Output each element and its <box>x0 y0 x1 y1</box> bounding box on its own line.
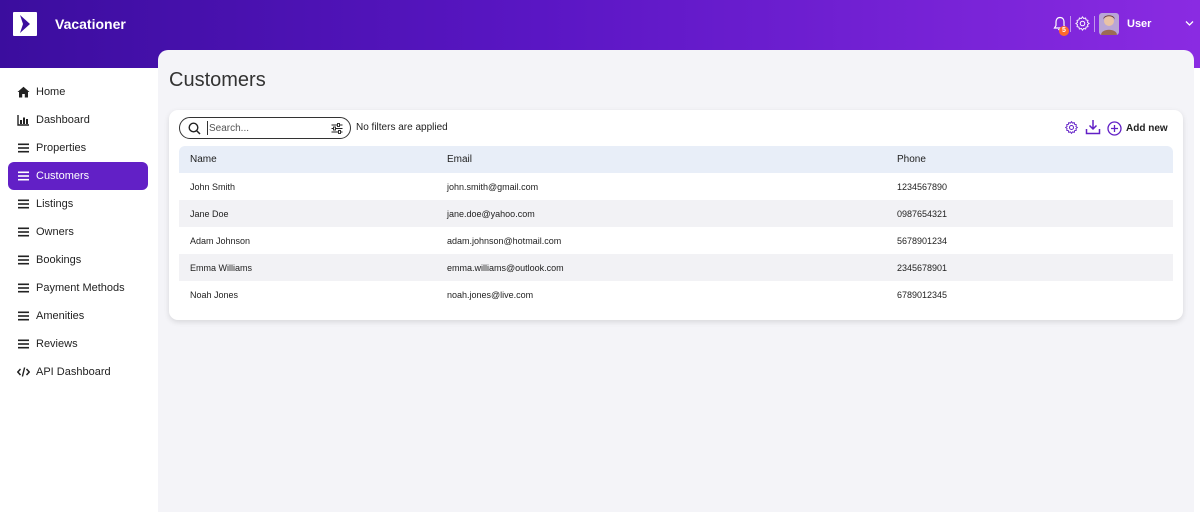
divider <box>1094 16 1095 32</box>
list-icon <box>18 227 29 237</box>
plus-circle-icon <box>1107 120 1122 136</box>
table-row[interactable]: Emma Williams emma.williams@outlook.com … <box>179 254 1173 281</box>
column-header-name[interactable]: Name <box>190 154 217 165</box>
cell-email: john.smith@gmail.com <box>447 182 539 192</box>
sidebar-item-label: API Dashboard <box>36 366 111 378</box>
sidebar-item-label: Customers <box>36 170 90 182</box>
customers-table-card: No filters are applied Add new Name Emai… <box>169 110 1183 320</box>
download-icon[interactable] <box>1085 119 1101 135</box>
sidebar-item-listings[interactable]: Listings <box>8 190 148 218</box>
sidebar-item-dashboard[interactable]: Dashboard <box>8 106 148 134</box>
notification-badge: 5 <box>1059 26 1069 36</box>
cell-phone: 1234567890 <box>897 182 948 192</box>
sidebar-item-label: Properties <box>36 142 87 154</box>
list-icon <box>18 339 29 349</box>
cell-name: John Smith <box>190 182 236 192</box>
sidebar-item-home[interactable]: Home <box>8 78 148 106</box>
chevron-down-icon[interactable] <box>1185 20 1194 27</box>
add-new-button[interactable]: Add new <box>1107 120 1168 136</box>
cell-email: jane.doe@yahoo.com <box>447 209 535 219</box>
sidebar-item-label: Listings <box>36 198 74 210</box>
search-input[interactable] <box>207 121 327 135</box>
list-icon <box>18 255 29 265</box>
sidebar-item-api-dashboard[interactable]: API Dashboard <box>8 358 148 386</box>
main-content: Customers No filters are applied <box>158 50 1194 512</box>
column-header-email[interactable]: Email <box>447 154 472 165</box>
table-row[interactable]: Noah Jones noah.jones@live.com 678901234… <box>179 281 1173 308</box>
table-settings-icon[interactable] <box>1064 120 1079 135</box>
page-title: Customers <box>169 69 266 91</box>
user-name[interactable]: User <box>1127 18 1151 30</box>
filter-status: No filters are applied <box>356 122 448 133</box>
list-icon <box>18 143 29 153</box>
cell-phone: 0987654321 <box>897 209 948 219</box>
sidebar-item-amenities[interactable]: Amenities <box>8 302 148 330</box>
list-icon <box>18 311 29 321</box>
cell-name: Noah Jones <box>190 290 239 300</box>
add-new-label: Add new <box>1126 122 1168 134</box>
list-icon <box>18 171 29 181</box>
cell-name: Adam Johnson <box>190 236 251 246</box>
cell-email: emma.williams@outlook.com <box>447 263 564 273</box>
sidebar-item-label: Bookings <box>36 254 82 266</box>
cell-email: adam.johnson@hotmail.com <box>447 236 562 246</box>
list-icon <box>18 199 29 209</box>
table-row[interactable]: John Smith john.smith@gmail.com 12345678… <box>179 173 1173 200</box>
app-logo-icon[interactable] <box>13 12 37 36</box>
table-row[interactable]: Adam Johnson adam.johnson@hotmail.com 56… <box>179 227 1173 254</box>
sidebar: Home Dashboard Properties Customers List… <box>0 68 158 512</box>
cell-phone: 6789012345 <box>897 290 948 300</box>
sidebar-item-label: Reviews <box>36 338 78 350</box>
home-icon <box>17 86 30 98</box>
cell-phone: 5678901234 <box>897 236 948 246</box>
sidebar-item-label: Payment Methods <box>36 282 125 294</box>
sidebar-item-payment-methods[interactable]: Payment Methods <box>8 274 148 302</box>
sidebar-item-reviews[interactable]: Reviews <box>8 330 148 358</box>
cell-phone: 2345678901 <box>897 263 948 273</box>
app-title: Vacationer <box>55 16 126 32</box>
cell-name: Emma Williams <box>190 263 252 273</box>
table-header: Name Email Phone <box>179 146 1173 173</box>
sidebar-item-label: Home <box>36 86 66 98</box>
table-row[interactable]: Jane Doe jane.doe@yahoo.com 0987654321 <box>179 200 1173 227</box>
search-box[interactable] <box>179 117 351 139</box>
search-icon <box>188 122 201 135</box>
bar-chart-icon <box>17 115 29 126</box>
settings-gear-icon[interactable] <box>1074 15 1091 32</box>
sidebar-item-label: Dashboard <box>36 114 90 126</box>
user-avatar[interactable] <box>1099 13 1119 35</box>
list-icon <box>18 283 29 293</box>
sidebar-item-bookings[interactable]: Bookings <box>8 246 148 274</box>
code-icon <box>17 367 30 377</box>
cell-name: Jane Doe <box>190 209 229 219</box>
divider <box>1070 16 1071 32</box>
sidebar-item-owners[interactable]: Owners <box>8 218 148 246</box>
sidebar-item-customers[interactable]: Customers <box>8 162 148 190</box>
column-header-phone[interactable]: Phone <box>897 154 926 165</box>
sidebar-item-label: Amenities <box>36 310 85 322</box>
sidebar-item-label: Owners <box>36 226 74 238</box>
sidebar-item-properties[interactable]: Properties <box>8 134 148 162</box>
cell-email: noah.jones@live.com <box>447 290 534 300</box>
filter-sliders-icon[interactable] <box>331 123 343 134</box>
